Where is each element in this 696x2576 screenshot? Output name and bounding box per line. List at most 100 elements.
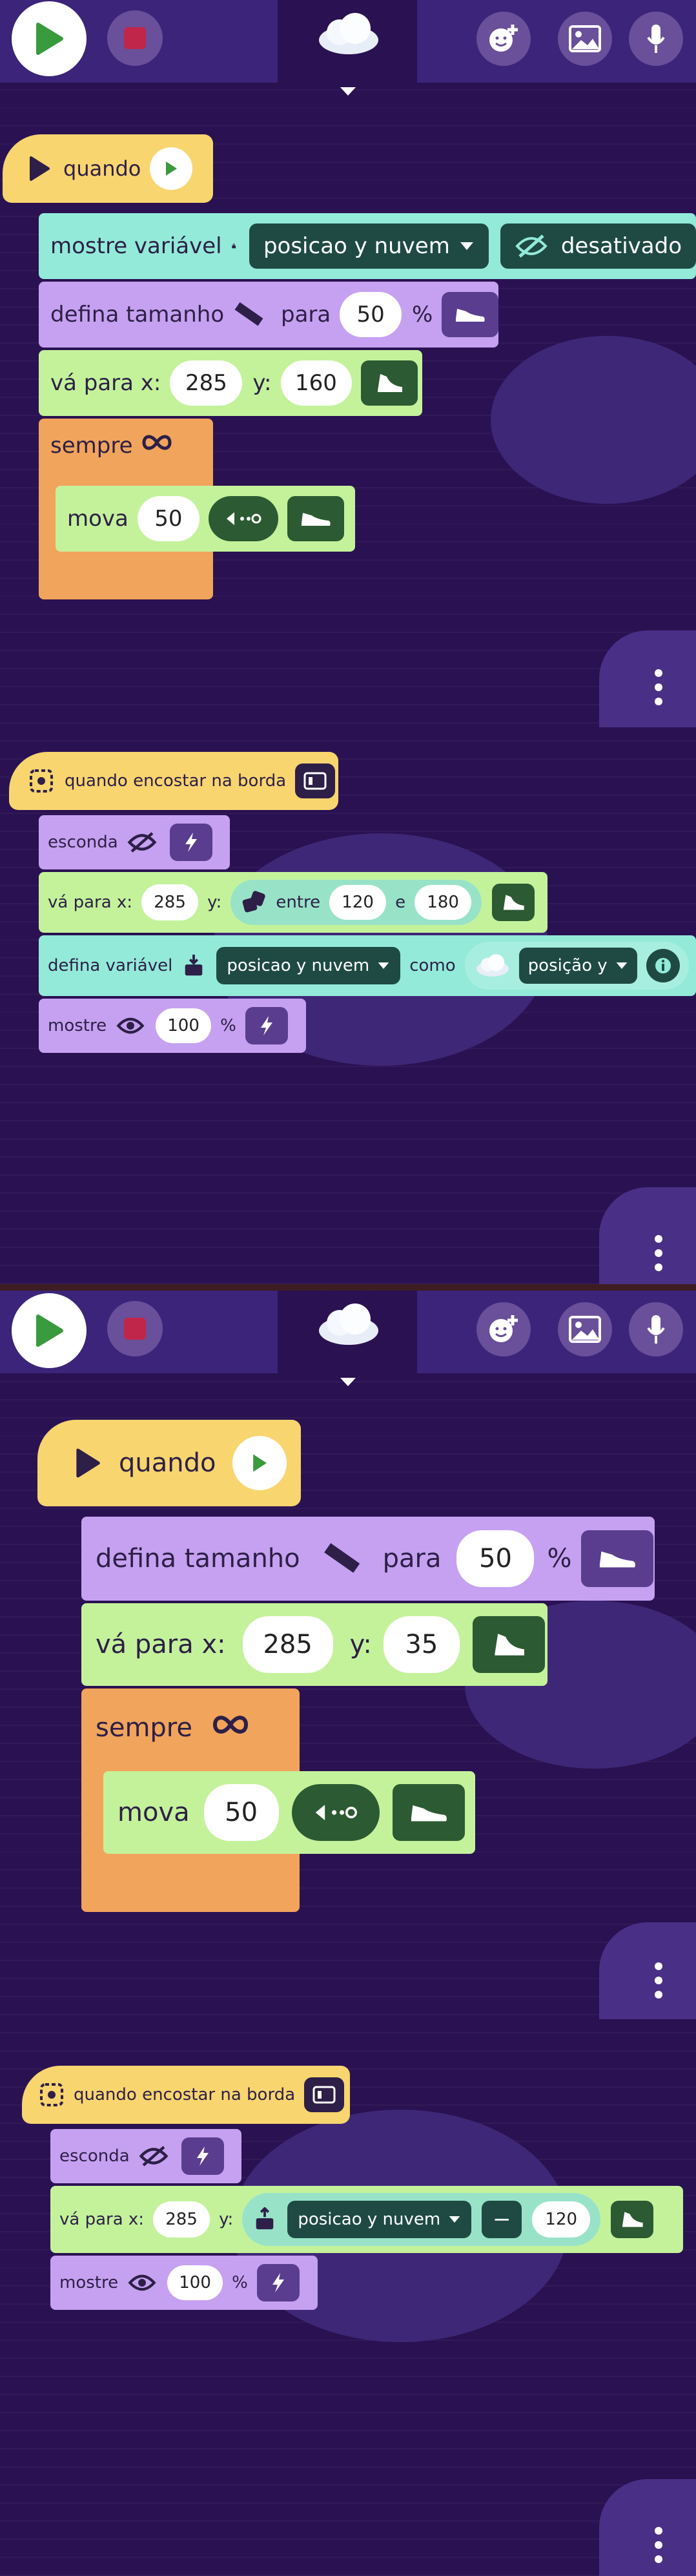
block-label: mostre xyxy=(48,1016,107,1035)
mode-button[interactable] xyxy=(492,884,535,921)
backdrop-button[interactable] xyxy=(558,1302,612,1356)
variable-dropdown[interactable]: posicao y nuvem xyxy=(249,223,489,269)
mode-button[interactable] xyxy=(580,1530,653,1587)
chevron-down-icon[interactable] xyxy=(338,85,358,98)
y-label: y: xyxy=(349,1630,372,1659)
instant-button[interactable] xyxy=(169,824,212,861)
mode-button[interactable] xyxy=(611,2201,654,2238)
variable-dropdown[interactable]: posicao y nuvem xyxy=(287,2201,472,2238)
direction-button[interactable] xyxy=(291,1784,380,1841)
mode-button[interactable] xyxy=(472,1616,545,1673)
y-input[interactable]: 35 xyxy=(383,1616,460,1673)
add-sprite-button[interactable] xyxy=(476,12,531,66)
goto-random-y-block[interactable]: vá para x: 285 y: entre 120 e 180 xyxy=(39,872,548,933)
edge-selector[interactable] xyxy=(304,2077,345,2112)
record-sound-button[interactable] xyxy=(629,12,683,66)
steps-input[interactable]: 50 xyxy=(203,1784,279,1841)
show-variable-block[interactable]: mostre variável posicao y nuvem desativa… xyxy=(39,213,696,279)
cloud-icon[interactable] xyxy=(314,1302,384,1347)
hide-block[interactable]: esconda xyxy=(50,2129,241,2183)
instant-button[interactable] xyxy=(256,2264,300,2301)
info-button[interactable] xyxy=(646,949,680,982)
when-flag-hat-block[interactable]: quando xyxy=(37,1420,301,1506)
run-button[interactable] xyxy=(12,1,87,76)
script-menu-bubble[interactable] xyxy=(599,1187,696,1284)
edge-selector[interactable] xyxy=(295,763,336,798)
property-dropdown[interactable]: posição y xyxy=(518,948,637,984)
sprite-property-reporter[interactable]: posição y xyxy=(464,942,689,990)
goto-xy-block[interactable]: vá para x: 285 y: 35 xyxy=(81,1603,548,1686)
steps-input[interactable]: 50 xyxy=(137,496,200,541)
e-label: e xyxy=(395,893,406,912)
move-block[interactable]: mova 50 xyxy=(56,486,355,552)
stop-icon xyxy=(124,27,146,49)
max-input[interactable]: 180 xyxy=(415,885,472,920)
min-input[interactable]: 120 xyxy=(329,885,387,920)
eye-icon xyxy=(116,1017,145,1034)
ruler-icon xyxy=(323,1543,360,1573)
show-block[interactable]: mostre 100 % xyxy=(39,999,306,1053)
hat-label: quando encostar na borda xyxy=(74,2085,296,2104)
operand-input[interactable]: 120 xyxy=(532,2201,591,2238)
set-size-block[interactable]: defina tamanho para 50 % xyxy=(81,1517,655,1601)
chevron-down-icon[interactable] xyxy=(338,1376,358,1389)
direction-button[interactable] xyxy=(208,496,278,541)
hide-block[interactable]: esconda xyxy=(39,815,230,869)
cloud-icon[interactable] xyxy=(314,12,384,57)
subtract-reporter[interactable]: posicao y nuvem − 120 xyxy=(242,2193,601,2246)
move-block[interactable]: mova 50 xyxy=(103,1771,475,1854)
block-label: vá para x: xyxy=(50,370,161,396)
instant-button[interactable] xyxy=(245,1007,288,1044)
mode-button[interactable] xyxy=(360,360,418,406)
x-input[interactable]: 285 xyxy=(141,884,199,920)
set-variable-block[interactable]: defina variável posicao y nuvem como pos… xyxy=(39,935,696,996)
run-button[interactable] xyxy=(12,1293,87,1368)
more-vert-icon[interactable] xyxy=(655,669,662,705)
y-label: y: xyxy=(207,893,222,912)
visibility-input[interactable]: 100 xyxy=(156,1008,212,1043)
record-sound-button[interactable] xyxy=(629,1302,683,1356)
more-vert-icon[interactable] xyxy=(655,2527,662,2563)
set-size-block[interactable]: defina tamanho para 50 % xyxy=(39,282,498,348)
goto-xy-block[interactable]: vá para x: 285 y: 160 xyxy=(39,350,422,416)
block-label: sempre xyxy=(96,1713,192,1743)
percent-label: % xyxy=(547,1544,572,1574)
add-sprite-button[interactable] xyxy=(476,1302,531,1356)
y-input[interactable]: 160 xyxy=(280,360,352,406)
backdrop-button[interactable] xyxy=(558,12,612,66)
add-sprite-icon xyxy=(489,1315,518,1342)
mode-button[interactable] xyxy=(392,1784,465,1841)
size-input[interactable]: 50 xyxy=(456,1530,535,1587)
when-touch-edge-hat-block[interactable]: quando encostar na borda xyxy=(22,2066,350,2124)
x-input[interactable]: 285 xyxy=(170,360,243,406)
more-vert-icon[interactable] xyxy=(655,1962,662,1999)
script-menu-bubble[interactable] xyxy=(599,1922,696,2019)
block-label: esconda xyxy=(48,833,118,852)
more-vert-icon[interactable] xyxy=(655,1235,662,1271)
stop-button[interactable] xyxy=(107,1301,163,1356)
size-input[interactable]: 50 xyxy=(340,292,402,337)
eye-off-icon xyxy=(515,234,548,258)
goto-var-y-block[interactable]: vá para x: 285 y: posicao y nuvem − 120 xyxy=(50,2186,683,2253)
variable-dropdown[interactable]: posicao y nuvem xyxy=(216,947,401,984)
random-reporter[interactable]: entre 120 e 180 xyxy=(230,880,482,925)
operator-dropdown[interactable]: − xyxy=(482,2201,522,2238)
show-block[interactable]: mostre 100 % xyxy=(50,2256,318,2310)
visibility-toggle[interactable]: desativado xyxy=(500,223,696,269)
variable-name: posicao y nuvem xyxy=(298,2210,441,2229)
editor-screen-b: quando defina tamanho para 50 % vá para … xyxy=(0,1291,696,2576)
script-menu-bubble[interactable] xyxy=(599,2479,696,2576)
arrow-left-icon xyxy=(315,1805,357,1820)
mode-button[interactable] xyxy=(287,496,344,541)
stop-button[interactable] xyxy=(107,10,163,66)
visibility-input[interactable]: 100 xyxy=(167,2265,223,2300)
when-flag-hat-block[interactable]: quando xyxy=(3,134,213,203)
instant-button[interactable] xyxy=(181,2137,224,2175)
x-input[interactable]: 285 xyxy=(242,1616,333,1673)
x-input[interactable]: 285 xyxy=(153,2201,210,2238)
script-menu-bubble[interactable] xyxy=(599,630,696,727)
when-touch-edge-hat-block[interactable]: quando encostar na borda xyxy=(9,752,338,810)
mode-button[interactable] xyxy=(442,292,498,337)
infinity-icon xyxy=(212,1716,248,1734)
shoe-icon xyxy=(622,2212,643,2227)
